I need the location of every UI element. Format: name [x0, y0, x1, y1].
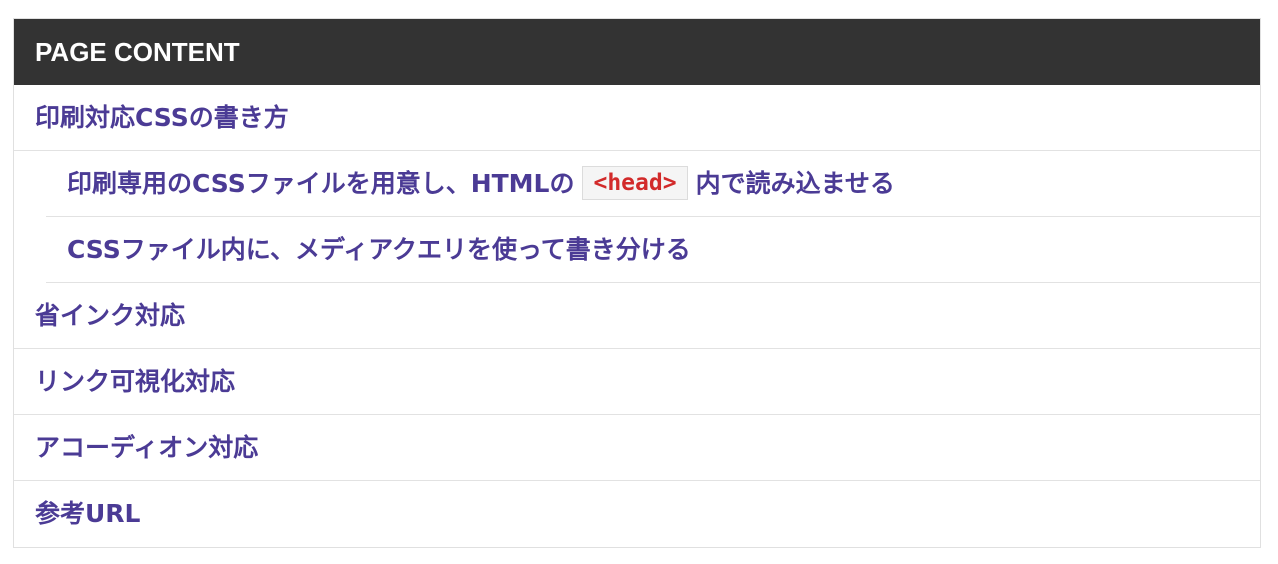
toc-subitem-label-after: 内で読み込ませる — [695, 169, 895, 198]
toc-subitem-print-css-file[interactable]: 印刷専用のCSSファイルを用意し、HTMLの <head> 内で読み込ませる — [46, 151, 1260, 217]
toc-item-link-visibility[interactable]: リンク可視化対応 — [14, 349, 1260, 415]
table-of-contents: PAGE CONTENT 印刷対応CSSの書き方 印刷専用のCSSファイルを用意… — [13, 18, 1261, 548]
toc-item-reference-url[interactable]: 参考URL — [14, 481, 1260, 547]
toc-item-accordion[interactable]: アコーディオン対応 — [14, 415, 1260, 481]
toc-item-print-css[interactable]: 印刷対応CSSの書き方 — [14, 85, 1260, 151]
head-code-tag: <head> — [582, 166, 688, 200]
toc-subitem-media-query[interactable]: CSSファイル内に、メディアクエリを使って書き分ける — [46, 217, 1260, 283]
toc-subitem-label-before: 印刷専用のCSSファイルを用意し、HTMLの — [67, 169, 575, 198]
toc-list: 印刷対応CSSの書き方 印刷専用のCSSファイルを用意し、HTMLの <head>… — [14, 85, 1260, 547]
toc-header: PAGE CONTENT — [14, 19, 1260, 85]
toc-item-ink-saving[interactable]: 省インク対応 — [14, 283, 1260, 349]
